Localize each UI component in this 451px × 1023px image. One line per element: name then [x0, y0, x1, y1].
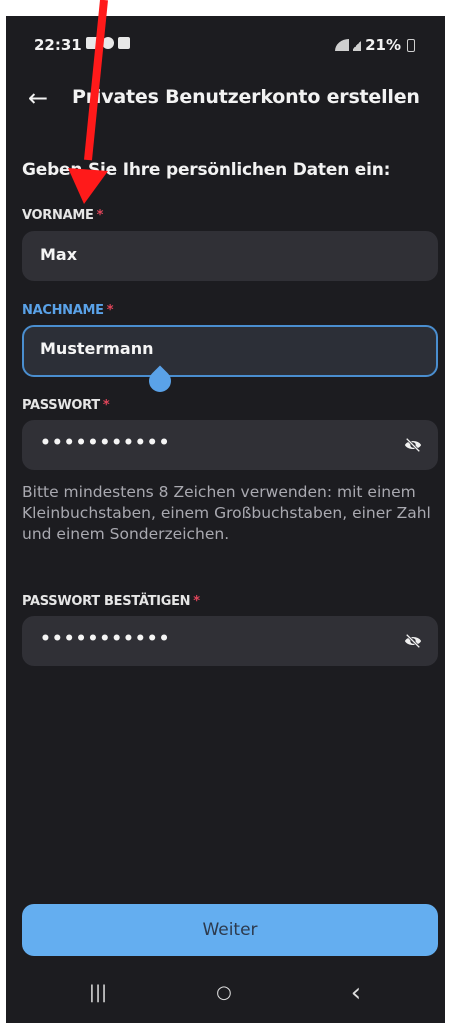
status-time: 22:31	[34, 36, 82, 54]
vorname-field[interactable]: Max	[22, 231, 438, 281]
notification-icons	[86, 37, 130, 49]
weiter-button[interactable]: Weiter	[22, 904, 438, 956]
app-bar: ← Privates Benutzerkonto erstellen	[6, 78, 445, 122]
nachname-field[interactable]: Mustermann	[22, 325, 438, 377]
passwort-field[interactable]: •••••••••••	[22, 420, 438, 470]
vorname-value: Max	[40, 245, 78, 264]
gallery-notification-icon	[86, 37, 98, 49]
required-marker: *	[193, 594, 200, 609]
form-subtitle: Geben Sie Ihre persönlichen Daten ein:	[22, 160, 391, 180]
phone-screen: 22:31 21% ← Privates Benutzerkonto erste…	[6, 16, 445, 1023]
vorname-label: VORNAME *	[22, 208, 103, 223]
status-bar: 22:31 21%	[6, 16, 445, 72]
required-marker: *	[106, 303, 114, 318]
nachname-label: NACHNAME *	[22, 303, 114, 318]
back-button[interactable]: ←	[22, 82, 54, 114]
home-button[interactable]: ○	[204, 981, 244, 1005]
eye-off-icon[interactable]	[404, 632, 422, 650]
password-hint: Bitte mindestens 8 Zeichen verwenden: mi…	[22, 483, 431, 543]
passwort-value: •••••••••••	[40, 433, 171, 453]
vorname-label-text: VORNAME	[22, 208, 94, 223]
passwort-label-text: PASSWORT	[22, 398, 100, 413]
page-title: Privates Benutzerkonto erstellen	[72, 86, 420, 108]
passwort-bestaetigen-field[interactable]: •••••••••••	[22, 616, 438, 666]
signal-icon	[353, 39, 362, 51]
system-navigation-bar: ||| ○ ‹	[6, 961, 445, 1023]
required-marker: *	[96, 208, 104, 223]
passwort-bestaetigen-label-text: PASSWORT BESTÄTIGEN	[22, 594, 191, 609]
nav-back-button[interactable]: ‹	[336, 980, 376, 1006]
eye-off-icon[interactable]	[404, 436, 422, 454]
recent-apps-button[interactable]: |||	[78, 981, 118, 1005]
battery-percent: 21%	[365, 36, 401, 54]
passwort-bestaetigen-label: PASSWORT BESTÄTIGEN *	[22, 594, 200, 609]
passwort-label: PASSWORT *	[22, 398, 110, 413]
app-notification-icon	[118, 37, 130, 49]
required-marker: *	[102, 398, 110, 413]
wifi-icon	[335, 39, 350, 51]
nachname-label-text: NACHNAME	[22, 303, 104, 318]
nachname-value: Mustermann	[40, 339, 154, 358]
passwort-bestaetigen-value: •••••••••••	[40, 629, 171, 649]
system-indicators: 21%	[335, 36, 415, 54]
battery-icon	[407, 38, 415, 52]
sync-notification-icon	[102, 37, 114, 49]
arrow-left-icon: ←	[27, 84, 49, 112]
